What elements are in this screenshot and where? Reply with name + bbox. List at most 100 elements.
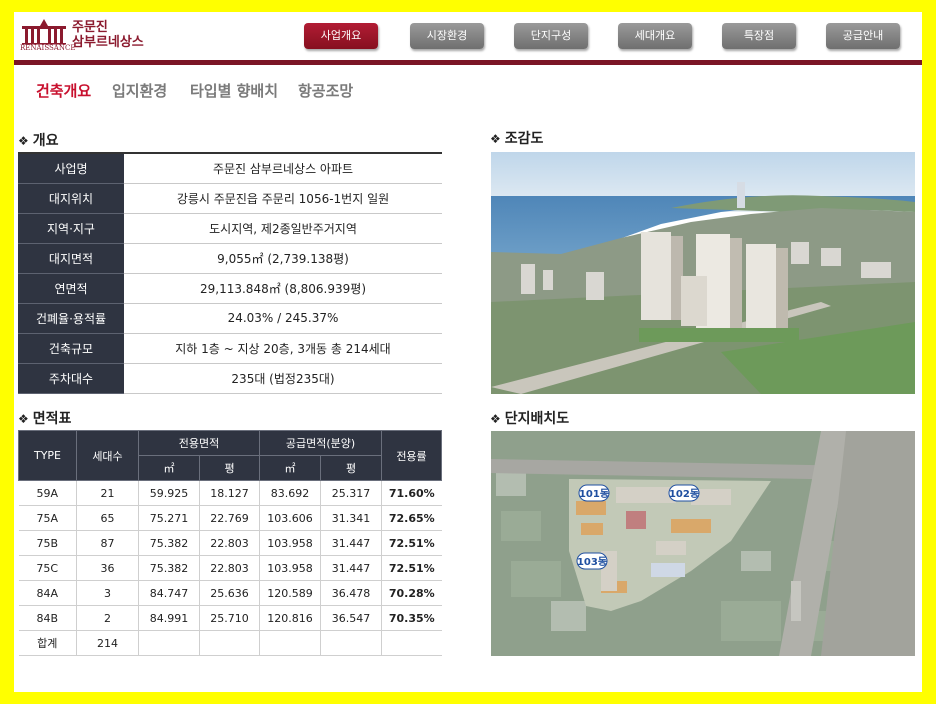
area-total-label: 합계 (18, 630, 77, 656)
area-cell-type: 75A (18, 505, 77, 531)
overview-value: 9,055㎡ (2,739.138평) (124, 243, 442, 274)
area-cell-su-py: 36.478 (320, 580, 382, 606)
table-row-total: 합계 214 (18, 630, 442, 656)
building-label-101: 101동 (579, 488, 609, 500)
area-cell-type: 75C (18, 555, 77, 581)
area-cell-ratio: 72.65% (381, 505, 442, 531)
col-supply-area: 공급면적(분양) (259, 430, 382, 456)
area-cell-su-m2: 103.606 (259, 505, 321, 531)
nav-complex-layout[interactable]: 단지구성 (514, 23, 588, 49)
table-row: 84B 2 84.991 25.710 120.816 36.547 70.35% (18, 605, 442, 631)
table-row: 건폐율·용적률 24.03% / 245.37% (18, 303, 442, 334)
area-cell-empty (138, 630, 200, 656)
table-row: 대지위치 강릉시 주문진읍 주문리 1056-1번지 일원 (18, 183, 442, 214)
table-row: 84A 3 84.747 25.636 120.589 36.478 70.28% (18, 580, 442, 606)
table-row: 지역·지구 도시지역, 제2종일반주거지역 (18, 213, 442, 244)
area-cell-ex-py: 22.769 (199, 505, 260, 531)
table-row: 75A 65 75.271 22.769 103.606 31.341 72.65% (18, 505, 442, 531)
diamond-bullet-icon: ❖ (490, 412, 501, 426)
area-cell-units: 21 (76, 480, 139, 506)
overview-key: 대지면적 (18, 243, 124, 274)
col-exclusive-m2: ㎡ (138, 455, 200, 481)
area-cell-su-m2: 120.816 (259, 605, 321, 631)
area-cell-empty (381, 630, 442, 656)
nav-features[interactable]: 특장점 (722, 23, 796, 49)
area-cell-ratio: 72.51% (381, 530, 442, 556)
area-cell-ex-py: 25.710 (199, 605, 260, 631)
area-cell-ex-m2: 75.382 (138, 530, 200, 556)
area-cell-su-m2: 83.692 (259, 480, 321, 506)
siteplan-image: 101동 102동 103동 (491, 431, 915, 656)
table-row: 주차대수 235대 (법정235대) (18, 363, 442, 394)
building-label-103: 103동 (577, 556, 607, 568)
area-table: TYPE 세대수 전용면적 공급면적(분양) 전용률 ㎡ 평 ㎡ 평 59A 21… (18, 430, 442, 656)
brand-logo[interactable]: RENAISSANCE 주문진 삼부르네상스 (20, 16, 150, 58)
area-cell-ex-m2: 75.382 (138, 555, 200, 581)
tab-aerial-view[interactable]: 항공조망 (298, 80, 353, 101)
overview-value: 강릉시 주문진읍 주문리 1056-1번지 일원 (124, 183, 442, 214)
col-exclusive-area: 전용면적 (138, 430, 260, 456)
area-cell-empty (259, 630, 321, 656)
nav-supply-info[interactable]: 공급안내 (826, 23, 900, 49)
header-divider (14, 60, 922, 65)
area-title-text: 면적표 (32, 411, 72, 427)
area-cell-ex-m2: 59.925 (138, 480, 200, 506)
nav-business-overview[interactable]: 사업개요 (304, 23, 378, 49)
overview-key: 사업명 (18, 152, 124, 184)
area-cell-su-py: 31.447 (320, 530, 382, 556)
area-cell-ratio: 71.60% (381, 480, 442, 506)
area-cell-ex-m2: 84.747 (138, 580, 200, 606)
overview-value: 24.03% / 245.37% (124, 303, 442, 334)
area-cell-type: 84A (18, 580, 77, 606)
overview-key: 대지위치 (18, 183, 124, 214)
area-cell-units: 87 (76, 530, 139, 556)
table-row: 75B 87 75.382 22.803 103.958 31.447 72.51% (18, 530, 442, 556)
area-cell-units: 2 (76, 605, 139, 631)
area-cell-ex-m2: 75.271 (138, 505, 200, 531)
brand-name-ko-line2: 삼부르네상스 (72, 35, 144, 50)
area-cell-type: 59A (18, 480, 77, 506)
table-row: 연면적 29,113.848㎡ (8,806.939평) (18, 273, 442, 304)
tab-location[interactable]: 입지환경 (112, 80, 167, 101)
table-row: 사업명 주문진 삼부르네상스 아파트 (18, 152, 442, 184)
diamond-bullet-icon: ❖ (18, 134, 29, 148)
birdseye-section-title: ❖ 조감도 (490, 128, 543, 148)
siteplan-section-title: ❖ 단지배치도 (490, 408, 569, 428)
overview-section-title: ❖ 개요 (18, 130, 59, 150)
area-total-units: 214 (76, 630, 139, 656)
area-cell-su-m2: 120.589 (259, 580, 321, 606)
overview-key: 건폐율·용적률 (18, 303, 124, 334)
area-cell-ex-py: 18.127 (199, 480, 260, 506)
area-cell-ex-py: 22.803 (199, 530, 260, 556)
area-cell-units: 65 (76, 505, 139, 531)
nav-unit-overview[interactable]: 세대개요 (618, 23, 692, 49)
col-supply-pyeong: 평 (320, 455, 382, 481)
area-cell-su-m2: 103.958 (259, 555, 321, 581)
brand-name-ko: 주문진 삼부르네상스 (72, 20, 144, 50)
col-type: TYPE (18, 430, 77, 481)
building-label-102: 102동 (669, 488, 699, 500)
brand-name-en: RENAISSANCE (20, 44, 76, 52)
siteplan-illustration: 101동 102동 103동 (491, 431, 915, 656)
area-cell-su-py: 31.447 (320, 555, 382, 581)
overview-key: 지역·지구 (18, 213, 124, 244)
overview-table: 사업명 주문진 삼부르네상스 아파트 대지위치 강릉시 주문진읍 주문리 1056-… (18, 152, 442, 394)
area-cell-ex-py: 22.803 (199, 555, 260, 581)
overview-value: 235대 (법정235대) (124, 363, 442, 394)
overview-value: 도시지역, 제2종일반주거지역 (124, 213, 442, 244)
birdseye-illustration (491, 152, 915, 394)
overview-key: 연면적 (18, 273, 124, 304)
tab-building-overview[interactable]: 건축개요 (36, 80, 91, 101)
table-row: 59A 21 59.925 18.127 83.692 25.317 71.60% (18, 480, 442, 506)
tab-type-orientation[interactable]: 타입별 향배치 (190, 80, 278, 101)
area-cell-su-py: 36.547 (320, 605, 382, 631)
col-units: 세대수 (76, 430, 139, 481)
nav-market-environment[interactable]: 시장환경 (410, 23, 484, 49)
diamond-bullet-icon: ❖ (490, 132, 501, 146)
area-section-title: ❖ 면적표 (18, 408, 71, 428)
diamond-bullet-icon: ❖ (18, 412, 29, 426)
area-cell-type: 84B (18, 605, 77, 631)
overview-key: 주차대수 (18, 363, 124, 394)
area-cell-ex-py: 25.636 (199, 580, 260, 606)
col-supply-m2: ㎡ (259, 455, 321, 481)
